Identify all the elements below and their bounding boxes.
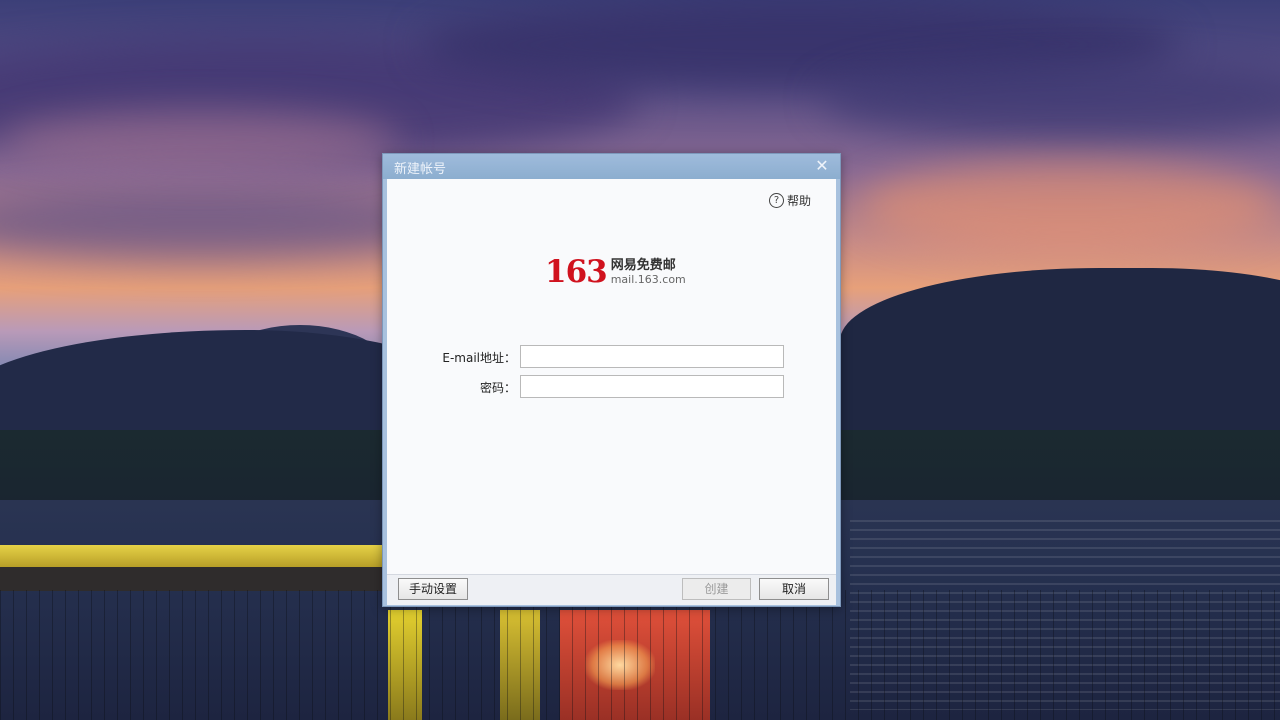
help-label: 帮助 <box>786 194 811 208</box>
mail-163-logo: 163 网易免费邮 mail.163.com <box>545 256 686 288</box>
cloud <box>820 60 1280 140</box>
password-label: 密码： <box>479 381 516 395</box>
email-row: E-mail地址： <box>387 345 836 369</box>
cancel-button[interactable]: 取消 <box>759 578 829 600</box>
cloud <box>860 160 1280 250</box>
new-account-dialog: 新建帐号 ✕ ? 帮助 163 网易免费邮 mail.163.com E-mai… <box>382 153 841 607</box>
help-link[interactable]: ? 帮助 <box>768 192 811 209</box>
logo-text: 网易免费邮 mail.163.com <box>611 258 686 287</box>
lit-pier <box>0 545 382 569</box>
create-button[interactable]: 创建 <box>682 578 751 600</box>
dialog-content: ? 帮助 163 网易免费邮 mail.163.com E-mail地址： 密码… <box>387 179 836 574</box>
dialog-footer: 手动设置 创建 取消 <box>387 574 836 605</box>
email-label: E-mail地址： <box>442 351 516 365</box>
logo-number: 163 <box>545 254 608 290</box>
help-icon: ? <box>768 193 784 208</box>
dialog-title: 新建帐号 <box>394 162 447 177</box>
logo-name: 网易免费邮 <box>610 257 676 273</box>
password-input[interactable] <box>520 375 784 398</box>
reeds <box>0 590 1280 720</box>
pier-base <box>0 567 382 591</box>
close-icon[interactable]: ✕ <box>812 156 832 176</box>
manual-setup-button[interactable]: 手动设置 <box>398 578 468 600</box>
dialog-titlebar[interactable]: 新建帐号 ✕ <box>383 154 840 179</box>
logo-domain: mail.163.com <box>610 272 686 286</box>
email-input[interactable] <box>520 345 784 368</box>
cloud <box>0 110 400 170</box>
password-row: 密码： <box>387 375 836 399</box>
